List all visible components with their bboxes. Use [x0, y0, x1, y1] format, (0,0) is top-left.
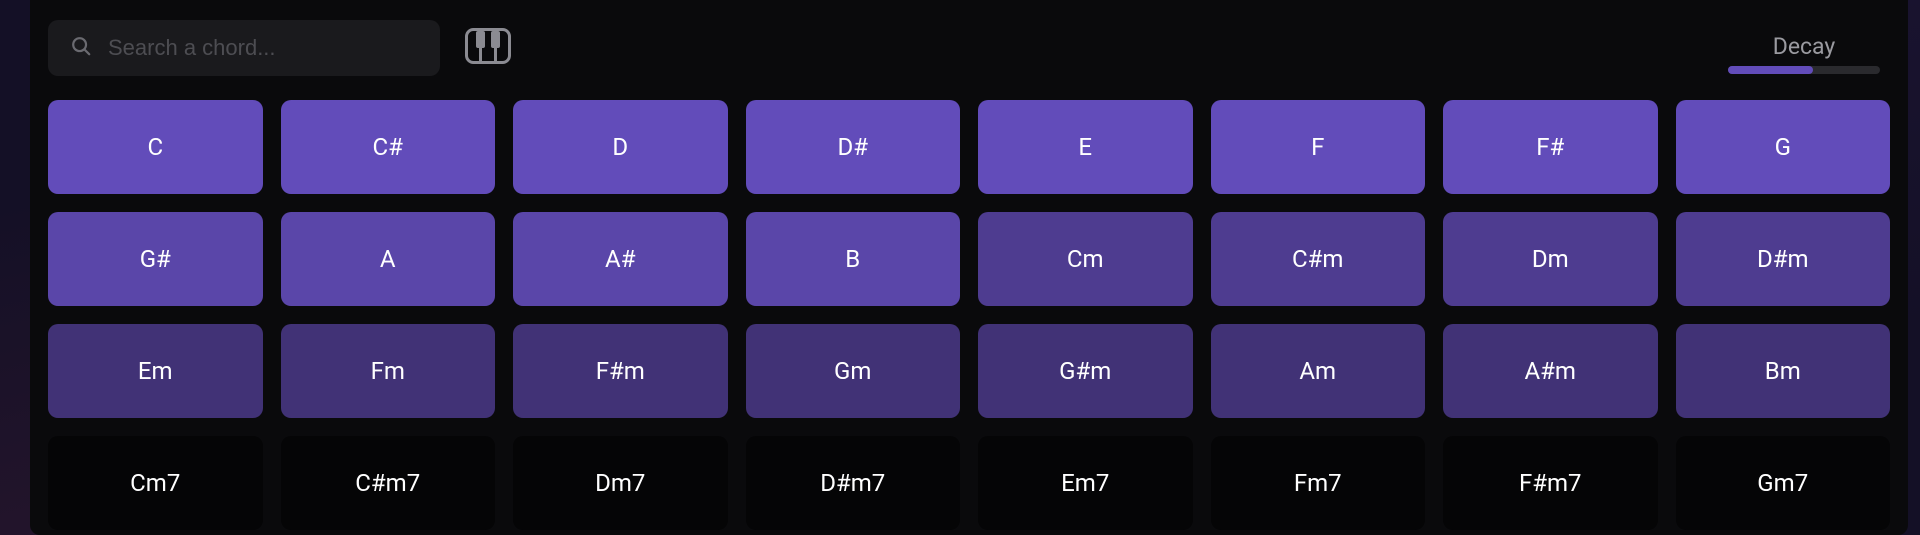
chord-button[interactable]: Gm7 — [1676, 436, 1891, 530]
chord-button[interactable]: C#m7 — [281, 436, 496, 530]
decay-slider[interactable] — [1728, 66, 1880, 74]
decay-label: Decay — [1773, 33, 1836, 60]
chord-label: C — [147, 133, 163, 161]
chord-button[interactable]: D — [513, 100, 728, 194]
chord-button[interactable]: Cm — [978, 212, 1193, 306]
chord-button[interactable]: Gm — [746, 324, 961, 418]
chord-label: F#m7 — [1519, 469, 1582, 497]
chord-label: G# — [140, 245, 171, 273]
chord-button[interactable]: G — [1676, 100, 1891, 194]
chord-label: C#m — [1292, 245, 1343, 273]
decay-control: Decay — [1728, 33, 1880, 74]
chord-button[interactable]: Bm — [1676, 324, 1891, 418]
chord-button[interactable]: F — [1211, 100, 1426, 194]
chord-button[interactable]: C# — [281, 100, 496, 194]
chord-label: B — [845, 245, 860, 273]
chord-button[interactable]: Am — [1211, 324, 1426, 418]
chord-label: C#m7 — [355, 469, 420, 497]
chord-label: F# — [1536, 133, 1564, 161]
search-box[interactable] — [48, 20, 440, 76]
chord-button[interactable]: Fm — [281, 324, 496, 418]
search-input[interactable] — [106, 34, 418, 62]
chord-button[interactable]: Cm7 — [48, 436, 263, 530]
chord-label: G#m — [1059, 357, 1111, 385]
piano-toggle-button[interactable] — [464, 26, 512, 70]
chord-button[interactable]: F#m7 — [1443, 436, 1658, 530]
chord-button[interactable]: G#m — [978, 324, 1193, 418]
chord-label: Cm7 — [130, 469, 180, 497]
chord-label: G — [1775, 133, 1791, 161]
chord-grid: C C# D D# E F F# G G# A A# B Cm C#m Dm D#m Em Fm F#m Gm G#m A… — [48, 100, 1890, 530]
piano-icon — [465, 28, 511, 68]
chord-label: F#m — [596, 357, 645, 385]
chord-button[interactable]: A# — [513, 212, 728, 306]
chord-label: D#m — [1757, 245, 1809, 273]
decay-slider-fill — [1728, 66, 1813, 74]
chord-label: Gm — [834, 357, 871, 385]
chord-button[interactable]: A#m — [1443, 324, 1658, 418]
chord-button[interactable]: Em — [48, 324, 263, 418]
chord-label: A — [380, 245, 396, 273]
chord-label: D# — [837, 133, 868, 161]
chord-button[interactable]: A — [281, 212, 496, 306]
chord-label: Fm7 — [1294, 469, 1342, 497]
chord-button[interactable]: D#m7 — [746, 436, 961, 530]
chord-label: Em — [138, 357, 173, 385]
chord-button[interactable]: C — [48, 100, 263, 194]
chord-label: Gm7 — [1757, 469, 1808, 497]
toolbar: Decay — [48, 20, 1890, 76]
chord-label: Cm — [1067, 245, 1104, 273]
chord-button[interactable]: E — [978, 100, 1193, 194]
chord-button[interactable]: B — [746, 212, 961, 306]
chord-button[interactable]: F#m — [513, 324, 728, 418]
chord-label: Am — [1299, 357, 1336, 385]
chord-label: A# — [605, 245, 635, 273]
chord-label: Dm7 — [595, 469, 645, 497]
chord-label: Fm — [371, 357, 405, 385]
chord-button[interactable]: C#m — [1211, 212, 1426, 306]
chord-button[interactable]: D# — [746, 100, 961, 194]
chord-button[interactable]: Fm7 — [1211, 436, 1426, 530]
chord-button[interactable]: Em7 — [978, 436, 1193, 530]
chord-label: Em7 — [1061, 469, 1109, 497]
chord-label: E — [1078, 133, 1092, 161]
chord-button[interactable]: Dm — [1443, 212, 1658, 306]
chord-button[interactable]: F# — [1443, 100, 1658, 194]
chord-button[interactable]: G# — [48, 212, 263, 306]
chord-label: D — [612, 133, 628, 161]
chord-label: Dm — [1532, 245, 1569, 273]
chord-button[interactable]: D#m — [1676, 212, 1891, 306]
chord-label: Bm — [1765, 357, 1801, 385]
chord-button[interactable]: Dm7 — [513, 436, 728, 530]
chord-panel: Decay C C# D D# E F F# G G# A A# B Cm C#m Dm D#m Em Fm F#m… — [30, 0, 1908, 535]
chord-label: C# — [373, 133, 403, 161]
search-icon — [70, 35, 92, 61]
chord-label: A#m — [1525, 357, 1576, 385]
chord-label: F — [1311, 133, 1324, 161]
chord-label: D#m7 — [820, 469, 885, 497]
